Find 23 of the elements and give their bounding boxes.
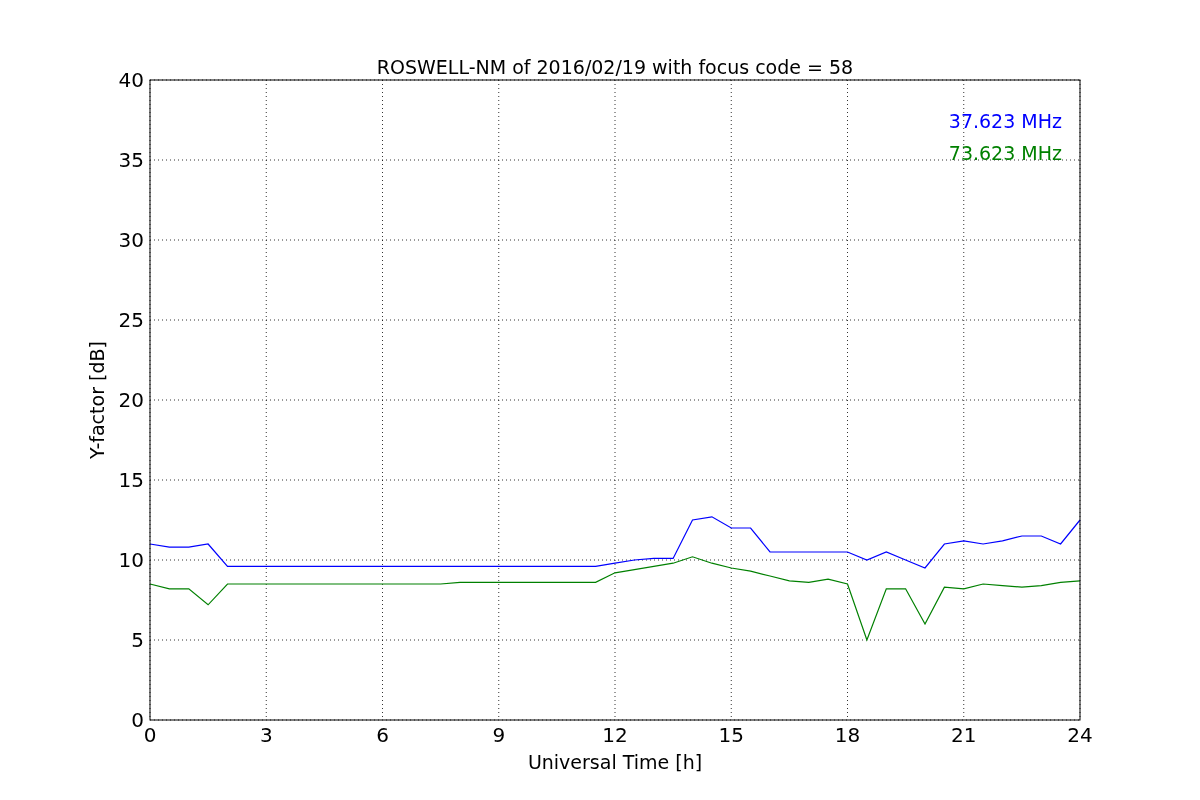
tick-label: 5 (131, 628, 144, 652)
tick-label: 40 (118, 68, 144, 92)
axis-label: Y-factor [dB] (86, 341, 108, 459)
axis-label: Universal Time [h] (527, 751, 703, 773)
tick-label: 12 (602, 723, 628, 747)
tick-label: 0 (131, 708, 144, 732)
tick-label: 15 (718, 723, 744, 747)
tick-label: 24 (1067, 723, 1093, 747)
tick-label: 25 (118, 308, 144, 332)
legend-label: 73.623 MHz (948, 142, 1062, 164)
tick-label: 10 (118, 548, 144, 572)
tick-label: 21 (951, 723, 977, 747)
tick-label: 35 (118, 148, 144, 172)
tick-label: 0 (143, 723, 157, 747)
tick-label: 3 (259, 723, 273, 747)
tick-label: 9 (492, 723, 506, 747)
tick-label: 30 (118, 228, 144, 252)
legend-label: 37.623 MHz (948, 110, 1062, 132)
chart-title: ROSWELL-NM of 2016/02/19 with focus code = 58 (376, 56, 854, 78)
tick-label: 6 (376, 723, 389, 747)
tick-label: 15 (118, 468, 144, 492)
tick-label: 18 (834, 723, 861, 747)
tick-label: 20 (118, 388, 144, 412)
